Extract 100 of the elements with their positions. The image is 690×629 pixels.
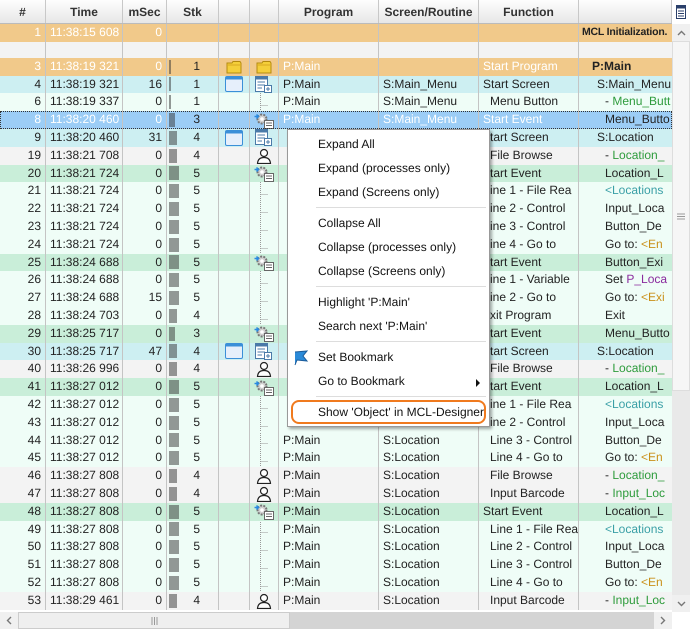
stack-cell-text: 5 [193, 164, 200, 182]
screen-cell-text: S:Location [383, 520, 440, 538]
time-cell-text: 11:38:21 724 [50, 200, 120, 218]
row-number: 41 [28, 378, 41, 396]
msec-cell-text: 0 [155, 484, 162, 502]
stack-cell-text: 3 [193, 324, 200, 342]
function-cell-text: Start Event [483, 502, 542, 520]
stack-cell-text: 5 [193, 556, 200, 574]
time-cell-text: 11:38:25 717 [50, 324, 120, 342]
function-cell-text: Line 3 - Control [490, 556, 572, 574]
row-number: 4 [34, 76, 41, 93]
screen-cell-text: S:Location [383, 574, 440, 591]
stack-cell-text: 1 [193, 76, 200, 93]
function-cell-text: tart Screen [490, 342, 549, 360]
msec-cell-text: 0 [155, 378, 162, 396]
stack-cell-text: 1 [193, 93, 200, 110]
function-cell-text: Line 3 - Control [490, 432, 572, 449]
stack-cell-text: 4 [193, 146, 200, 164]
screen-cell-text: S:Main_Menu [383, 93, 458, 110]
function-cell-text: ine 2 - Control [490, 414, 566, 431]
detail-cell-text: Set P_Loca [605, 271, 668, 288]
time-cell-text: 11:38:21 724 [50, 236, 120, 253]
stack-cell-text: 5 [193, 432, 200, 449]
msec-cell-text: 0 [155, 200, 162, 218]
detail-cell-text: S:Location [597, 342, 654, 360]
function-cell-text: ine 1 - File Rea [490, 182, 572, 200]
screen-cell-text: S:Main_Menu [383, 76, 458, 93]
time-cell-text: 11:38:27 012 [50, 378, 120, 396]
function-cell-text: tart Screen [490, 128, 549, 146]
program-cell-text: P:Main [283, 574, 320, 591]
time-cell-text: 11:38:21 724 [50, 182, 120, 200]
function-cell-text: Line 1 - File Rea [490, 520, 578, 538]
row-number: 21 [28, 182, 41, 200]
function-cell-text: ine 2 - Go to [490, 289, 556, 306]
msec-cell-text: 0 [155, 236, 162, 253]
function-cell-text: Start Program [483, 58, 558, 75]
detail-cell-text: Go to: <Exi [605, 289, 665, 306]
detail-cell-text: Go to: <En [605, 449, 663, 466]
row-number: 27 [28, 289, 41, 306]
detail-cell-text: Menu_Butto [605, 111, 670, 128]
row-number: 46 [28, 467, 41, 484]
msec-cell-text: 0 [155, 592, 162, 609]
msec-cell-text: 0 [155, 432, 162, 449]
time-cell-text: 11:38:19 321 [50, 76, 120, 93]
program-cell-text: P:Main [283, 467, 320, 484]
detail-cell-text: - Location_ [605, 360, 664, 378]
program-cell-text: P:Main [283, 58, 320, 75]
screen-cell-text: S:Main_Menu [383, 111, 458, 128]
time-cell-text: 11:38:15 608 [50, 24, 120, 41]
program-cell-text: P:Main [283, 502, 320, 520]
time-cell-text: 11:38:27 012 [50, 414, 120, 431]
row-number: 8 [34, 111, 41, 128]
screen-cell-text: S:Location [383, 449, 440, 466]
program-cell-text: P:Main [283, 538, 320, 556]
screen-cell-text: S:Location [383, 592, 440, 609]
time-cell-text: 11:38:27 012 [50, 396, 120, 413]
row-number: 40 [28, 360, 41, 378]
program-cell-text: P:Main [283, 484, 320, 502]
row-number: 3 [34, 58, 41, 75]
msec-cell-text: 0 [155, 111, 162, 128]
time-cell-text: 11:38:27 808 [50, 502, 120, 520]
row-number: 20 [28, 164, 41, 182]
stack-cell-text: 5 [193, 520, 200, 538]
program-cell-text: P:Main [283, 432, 320, 449]
msec-cell-text: 0 [155, 520, 162, 538]
row-number: 19 [28, 146, 41, 164]
time-cell-text: 11:38:27 012 [50, 432, 120, 449]
stack-cell-text: 5 [193, 378, 200, 396]
row-number: 53 [28, 592, 41, 609]
function-cell-text: ine 3 - Control [490, 218, 566, 235]
detail-cell-text: - Input_Loc [605, 592, 666, 609]
detail-cell-text: Location_L [605, 164, 664, 182]
stack-cell-text: 4 [193, 592, 200, 609]
detail-cell-text: <Locations [605, 396, 664, 413]
msec-cell-text: 0 [155, 396, 162, 413]
time-cell-text: 11:38:24 688 [50, 254, 120, 271]
stack-cell-text: 4 [193, 306, 200, 324]
function-cell-text: tart Event [490, 324, 542, 342]
stack-cell-text: 4 [193, 128, 200, 146]
time-cell-text: 11:38:21 724 [50, 164, 120, 182]
screen-cell-text: S:Location [383, 432, 440, 449]
time-cell-text: 11:38:27 808 [50, 467, 120, 484]
detail-cell-text: Input_Loca [605, 538, 664, 556]
detail-cell-text: Button_De [605, 432, 662, 449]
row-number: 9 [34, 128, 41, 146]
function-cell-text: ine 1 - File Rea [490, 396, 572, 413]
stack-cell-text: 5 [193, 218, 200, 235]
function-cell-text: ine 2 - Control [490, 200, 566, 218]
row-number: 48 [28, 502, 41, 520]
detail-cell-text: MCL Initialization. [582, 25, 668, 40]
detail-cell-text: Button_De [605, 218, 662, 235]
stack-cell-text: 5 [193, 182, 200, 200]
function-cell-text: Input Barcode [490, 484, 565, 502]
time-cell-text: 11:38:24 688 [50, 271, 120, 288]
function-cell-text: xit Program [490, 306, 552, 324]
msec-cell-text: 0 [155, 271, 162, 288]
function-cell-text: ine 4 - Go to [490, 236, 556, 253]
detail-cell-text: P:Main [592, 58, 632, 75]
row-number: 44 [28, 432, 41, 449]
detail-cell-text: Location_L [605, 502, 664, 520]
